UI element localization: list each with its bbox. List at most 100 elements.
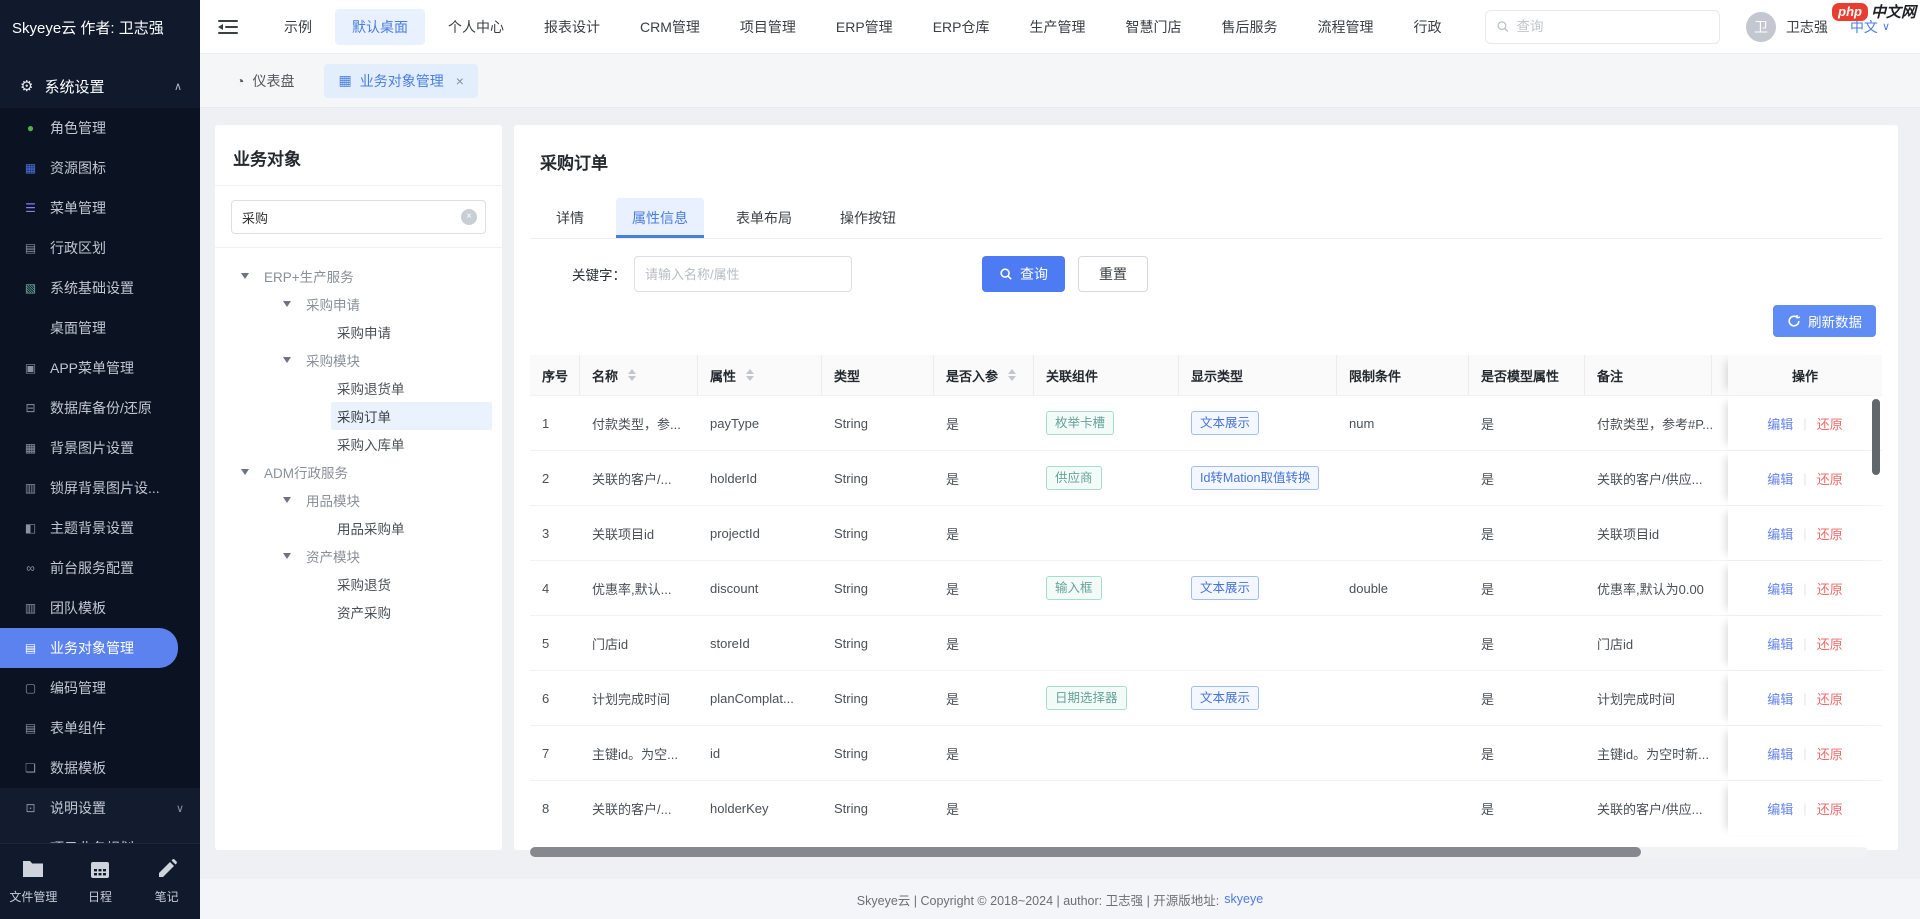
tree-node-label[interactable]: 采购模块 [300,346,492,374]
sort-asc-icon[interactable] [628,369,636,374]
tab-item[interactable]: 详情 [540,198,600,238]
tree-caret-icon[interactable] [241,273,249,279]
tree-node[interactable]: 用品采购单 [225,514,492,542]
edit-link[interactable]: 编辑 [1767,689,1793,708]
sort-desc-icon[interactable] [628,376,636,381]
tree-node[interactable]: 资产模块 [225,542,492,570]
tree-caret-icon[interactable] [283,553,291,559]
tree-caret-icon[interactable] [283,497,291,503]
tree-node[interactable]: 采购模块 [225,346,492,374]
sort-icon[interactable] [1008,369,1016,381]
sidebar-item[interactable]: ▤表单组件 [0,708,200,748]
sidebar-item[interactable]: ▦资源图标 [0,148,200,188]
sort-icon[interactable] [746,369,754,381]
tree-node-label[interactable]: 采购申请 [300,290,492,318]
restore-link[interactable]: 还原 [1817,799,1843,818]
sort-desc-icon[interactable] [746,376,754,381]
tree-node-label[interactable]: 采购申请 [331,318,492,346]
sidebar-item[interactable]: ◧主题背景设置 [0,508,200,548]
tree-node-label[interactable]: 资产采购 [331,598,492,626]
topnav-item[interactable]: 默认桌面 [335,9,425,45]
tree-node-label[interactable]: 资产模块 [300,542,492,570]
topnav-item[interactable]: 示例 [267,9,329,45]
edit-link[interactable]: 编辑 [1767,524,1793,543]
tree-node[interactable]: ADM行政服务 [225,458,492,486]
reset-button[interactable]: 重置 [1078,256,1148,292]
sidebar-section-system-settings[interactable]: ⚙ 系统设置 ∧ [0,64,200,108]
sidebar-group[interactable]: ⊞项目业务规划∨ [0,828,200,843]
restore-link[interactable]: 还原 [1817,524,1843,543]
restore-link[interactable]: 还原 [1817,634,1843,653]
sidebar-item[interactable]: ▥团队模板 [0,588,200,628]
topnav-item[interactable]: 个人中心 [431,9,521,45]
tab-active[interactable]: 属性信息 [616,198,704,238]
sidebar-item[interactable]: ▧系统基础设置 [0,268,200,308]
edit-link[interactable]: 编辑 [1767,634,1793,653]
open-tab[interactable]: ▦业务对象管理× [324,64,477,98]
menu-fold-icon[interactable] [218,19,238,35]
edit-link[interactable]: 编辑 [1767,579,1793,598]
sort-icon[interactable] [628,369,636,381]
tree-node-label[interactable]: 采购订单 [331,402,492,430]
tree-node[interactable]: 采购申请 [225,318,492,346]
edit-link[interactable]: 编辑 [1767,469,1793,488]
tree-node-label[interactable]: 采购退货单 [331,374,492,402]
dock-item[interactable]: 日程 [67,844,134,919]
sidebar-item[interactable]: ▤业务对象管理 [0,628,178,668]
tree-node[interactable]: 采购申请 [225,290,492,318]
user-name[interactable]: 卫志强 [1786,17,1828,37]
sidebar-group[interactable]: ⊡说明设置∨ [0,788,200,828]
tree-caret-icon[interactable] [283,357,291,363]
tree-node-label[interactable]: 用品采购单 [331,514,492,542]
tree-node[interactable]: 采购入库单 [225,430,492,458]
sidebar-item[interactable]: ▢编码管理 [0,668,200,708]
topnav-item[interactable]: 生产管理 [1012,9,1102,45]
restore-link[interactable]: 还原 [1817,579,1843,598]
edit-link[interactable]: 编辑 [1767,414,1793,433]
tree-node[interactable]: 采购退货 [225,570,492,598]
tree-node[interactable]: 资产采购 [225,598,492,626]
tree-caret-icon[interactable] [283,301,291,307]
tree-node-label[interactable]: 用品模块 [300,486,492,514]
tab-item[interactable]: 表单布局 [720,198,808,238]
global-search[interactable] [1485,10,1720,44]
refresh-button[interactable]: 刷新数据 [1773,305,1876,337]
open-tab[interactable]: ◔仪表盘 [222,64,308,98]
dock-item[interactable]: 笔记 [133,844,200,919]
tree-node-label[interactable]: 采购退货 [331,570,492,598]
tree-node-label[interactable]: 采购入库单 [331,430,492,458]
topnav-item[interactable]: 智慧门店 [1108,9,1198,45]
vertical-scrollbar[interactable] [1872,399,1880,475]
sidebar-item[interactable]: ●角色管理 [0,108,200,148]
sidebar-item[interactable]: ❏数据模板 [0,748,200,788]
tree-node[interactable]: ERP+生产服务 [225,262,492,290]
sidebar-item[interactable]: ∞前台服务配置 [0,548,200,588]
topnav-item[interactable]: 报表设计 [527,9,617,45]
tree-filter-input[interactable] [231,200,486,234]
tree-node-label[interactable]: ADM行政服务 [258,458,492,486]
restore-link[interactable]: 还原 [1817,414,1843,433]
restore-link[interactable]: 还原 [1817,469,1843,488]
tree-caret-icon[interactable] [241,469,249,475]
scrollbar-thumb[interactable] [530,847,1641,857]
topnav-item[interactable]: 售后服务 [1204,9,1294,45]
topnav-item[interactable]: 行政 [1396,9,1458,45]
sidebar-item[interactable]: ▦背景图片设置 [0,428,200,468]
sidebar-item[interactable]: ⊟数据库备份/还原 [0,388,200,428]
dock-item[interactable]: 文件管理 [0,844,67,919]
topnav-item[interactable]: 项目管理 [723,9,813,45]
topnav-item[interactable]: ERP管理 [819,9,910,45]
clear-icon[interactable]: × [461,209,477,225]
sidebar-item[interactable]: ▥锁屏背景图片设... [0,468,200,508]
edit-link[interactable]: 编辑 [1767,744,1793,763]
edit-link[interactable]: 编辑 [1767,799,1793,818]
sidebar-item[interactable]: ▤行政区划 [0,228,200,268]
sort-desc-icon[interactable] [1008,376,1016,381]
horizontal-scrollbar[interactable] [530,847,1868,857]
sidebar-item[interactable]: ▣APP菜单管理 [0,348,200,388]
tree-node[interactable]: 采购退货单 [225,374,492,402]
sort-asc-icon[interactable] [1008,369,1016,374]
topnav-item[interactable]: ERP仓库 [916,9,1007,45]
tree-node[interactable]: 用品模块 [225,486,492,514]
avatar[interactable]: 卫 [1746,12,1776,42]
